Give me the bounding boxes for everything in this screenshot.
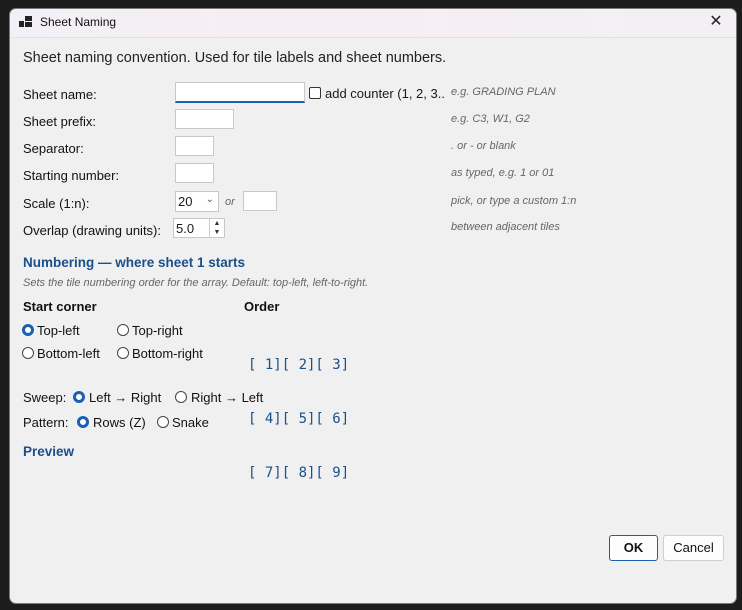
- cancel-button[interactable]: Cancel: [663, 535, 724, 561]
- window-title: Sheet Naming: [40, 15, 117, 29]
- stepper-down-icon[interactable]: ▼: [210, 228, 224, 237]
- scale-selected-value: 20: [178, 194, 193, 209]
- sweep-left-right-label[interactable]: Left → Right: [89, 390, 161, 405]
- sweep-label: Sweep:: [23, 390, 67, 405]
- start-corner-bottom-right-label[interactable]: Bottom-right: [132, 346, 203, 361]
- sweep-left-right-radio[interactable]: [73, 391, 85, 403]
- scale-hint: pick, or type a custom 1:n: [451, 195, 577, 207]
- add-counter-label[interactable]: add counter (1, 2, 3...): [325, 86, 445, 101]
- overlap-hint: between adjacent tiles: [451, 221, 560, 233]
- overlap-value: 5.0: [176, 221, 195, 236]
- start-corner-top-left-radio[interactable]: [22, 324, 34, 336]
- order-heading: Order: [244, 299, 280, 314]
- pattern-rows-radio[interactable]: [77, 416, 89, 428]
- start-corner-top-left-label[interactable]: Top-left: [37, 323, 80, 338]
- order-row: [ 7][ 8][ 9]: [248, 465, 350, 481]
- close-icon[interactable]: ✕: [706, 12, 726, 32]
- overlap-stepper[interactable]: 5.0 ▲ ▼: [173, 218, 225, 238]
- pattern-snake-radio[interactable]: [157, 416, 169, 428]
- chevron-down-icon: ⌄: [205, 194, 214, 205]
- start-corner-bottom-left-label[interactable]: Bottom-left: [37, 346, 100, 361]
- starting-number-hint: as typed, e.g. 1 or 01: [451, 167, 555, 179]
- preview-heading: Preview: [23, 444, 75, 459]
- sheet-naming-dialog: Sheet Naming ✕ Sheet naming convention. …: [9, 8, 737, 604]
- scale-custom-input[interactable]: [243, 191, 277, 211]
- ok-button[interactable]: OK: [609, 535, 658, 561]
- start-corner-heading: Start corner: [23, 299, 97, 314]
- overlap-label: Overlap (drawing units):: [23, 223, 161, 238]
- separator-input[interactable]: [175, 136, 214, 156]
- title-bar: Sheet Naming ✕: [10, 9, 736, 38]
- pattern-snake-label[interactable]: Snake: [172, 415, 209, 430]
- order-grid: [ 1][ 2][ 3] [ 4][ 5][ 6] [ 7][ 8][ 9]: [248, 320, 349, 518]
- stepper-up-icon[interactable]: ▲: [210, 219, 224, 228]
- scale-select[interactable]: 20 ⌄: [175, 191, 219, 212]
- pattern-rows-label[interactable]: Rows (Z): [93, 415, 146, 430]
- sweep-right-left-radio[interactable]: [175, 391, 187, 403]
- sheet-name-label: Sheet name:: [23, 87, 97, 102]
- scale-or-label: or: [225, 196, 235, 208]
- starting-number-label: Starting number:: [23, 168, 120, 183]
- numbering-subtitle: Sets the tile numbering order for the ar…: [23, 277, 369, 289]
- start-corner-bottom-left-radio[interactable]: [22, 347, 34, 359]
- sheet-name-hint: e.g. GRADING PLAN: [451, 86, 556, 98]
- sheet-name-input[interactable]: [175, 82, 305, 103]
- sheet-prefix-hint: e.g. C3, W1, G2: [451, 113, 530, 125]
- order-row: [ 1][ 2][ 3]: [248, 357, 350, 373]
- start-corner-top-right-radio[interactable]: [117, 324, 129, 336]
- sheet-prefix-input[interactable]: [175, 109, 234, 129]
- start-corner-top-right-label[interactable]: Top-right: [132, 323, 183, 338]
- starting-number-input[interactable]: [175, 163, 214, 183]
- start-corner-bottom-right-radio[interactable]: [117, 347, 129, 359]
- separator-label: Separator:: [23, 141, 84, 156]
- sheet-prefix-label: Sheet prefix:: [23, 114, 96, 129]
- scale-label: Scale (1:n):: [23, 196, 90, 211]
- order-row: [ 4][ 5][ 6]: [248, 411, 350, 427]
- pattern-label: Pattern:: [23, 415, 69, 430]
- separator-hint: . or - or blank: [451, 140, 516, 152]
- add-counter-checkbox[interactable]: [309, 87, 321, 99]
- sweep-right-left-label[interactable]: Right → Left: [191, 390, 263, 405]
- dialog-description: Sheet naming convention. Used for tile l…: [23, 50, 447, 66]
- app-icon: [19, 16, 32, 29]
- numbering-heading: Numbering — where sheet 1 starts: [23, 255, 246, 270]
